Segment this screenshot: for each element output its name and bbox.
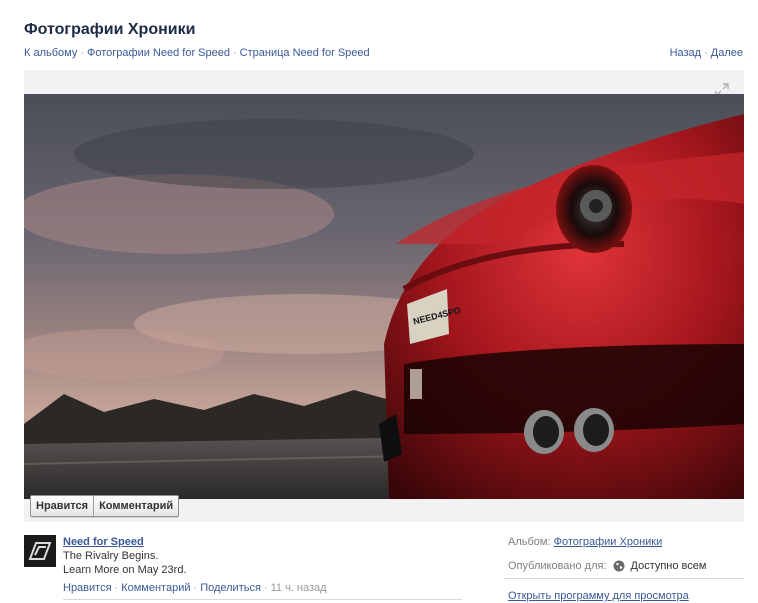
album-link[interactable]: Фотографии Хроники bbox=[554, 536, 663, 548]
privacy-value[interactable]: Доступно всем bbox=[631, 559, 707, 573]
published-label: Опубликовано для: bbox=[508, 560, 607, 572]
post-caption-line: Learn More on May 23rd. bbox=[63, 564, 187, 576]
breadcrumb-separator: · bbox=[80, 47, 85, 59]
photo-stage: NEED4SPD Нравится Комментарий bbox=[24, 70, 744, 522]
side-divider bbox=[504, 578, 744, 579]
comment-divider bbox=[63, 599, 462, 600]
next-photo-link[interactable]: Далее bbox=[711, 47, 743, 59]
album-row: Альбом: Фотографии Хроники bbox=[508, 535, 744, 549]
post-like-link[interactable]: Нравится bbox=[63, 582, 112, 594]
pager-separator: · bbox=[704, 47, 708, 59]
open-viewer-link[interactable]: Открыть программу для просмотра bbox=[508, 590, 689, 602]
post-owner-link[interactable]: Need for Speed bbox=[63, 535, 463, 549]
privacy-row: Опубликовано для: Доступно всем bbox=[508, 559, 744, 573]
action-separator: · bbox=[114, 582, 119, 594]
photo-comment-button[interactable]: Комментарий bbox=[93, 496, 179, 516]
breadcrumb-back-to-album[interactable]: К альбому bbox=[24, 47, 77, 59]
post-caption-line: The Rivalry Begins. bbox=[63, 550, 159, 562]
photo-like-button[interactable]: Нравится bbox=[31, 496, 94, 516]
photo-action-bar: Нравится Комментарий bbox=[30, 495, 180, 517]
globe-icon[interactable] bbox=[613, 560, 625, 572]
breadcrumb-nfs-page[interactable]: Страница Need for Speed bbox=[240, 47, 370, 59]
timeline-photo[interactable]: NEED4SPD bbox=[24, 94, 744, 499]
post-share-link[interactable]: Поделиться bbox=[200, 582, 261, 594]
photo-pager: Назад · Далее bbox=[670, 47, 743, 59]
breadcrumb-separator: · bbox=[232, 47, 237, 59]
post-action-links: Нравится · Комментарий · Поделиться · 11 ч. на… bbox=[63, 581, 463, 595]
action-separator: · bbox=[193, 582, 198, 594]
page-title: Фотографии Хроники bbox=[24, 21, 196, 38]
breadcrumb: К альбому · Фотографии Need for Speed · Стра… bbox=[24, 47, 370, 59]
breadcrumb-nfs-photos[interactable]: Фотографии Need for Speed bbox=[87, 47, 230, 59]
car-photo-image: NEED4SPD bbox=[24, 94, 744, 499]
post-comment-link[interactable]: Комментарий bbox=[121, 582, 190, 594]
prev-photo-link[interactable]: Назад bbox=[670, 47, 702, 59]
photo-side-info: Альбом: Фотографии Хроники Опубликовано … bbox=[508, 535, 744, 573]
nfs-logo-icon[interactable] bbox=[24, 535, 56, 567]
action-separator: · bbox=[263, 582, 268, 594]
album-label: Альбом: bbox=[508, 536, 551, 548]
post-timestamp[interactable]: 11 ч. назад bbox=[271, 582, 327, 594]
post-details: Need for Speed The Rivalry Begins. Learn… bbox=[63, 535, 463, 595]
